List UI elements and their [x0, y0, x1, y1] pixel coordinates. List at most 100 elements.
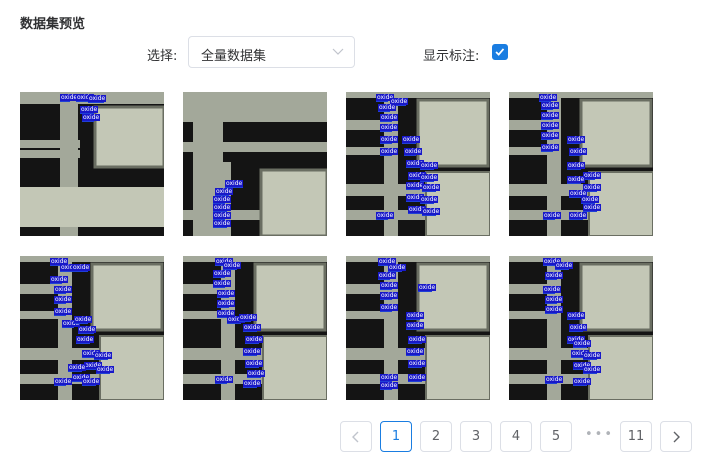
page-button-5[interactable]: 5 [540, 421, 572, 452]
annotation-label: oxide [420, 174, 439, 181]
dataset-thumbnail[interactable]: oxide oxide oxide oxide oxide oxide oxide oxide… [346, 256, 490, 400]
annotation-label: oxide [378, 104, 397, 111]
annotation-label: oxide [380, 114, 399, 121]
annotation-box: oxide [567, 162, 586, 170]
annotation-label: oxide [406, 348, 425, 355]
dataset-thumbnail[interactable]: oxide oxide oxide oxide oxide oxide oxide oxide… [509, 256, 653, 400]
annotation-label: oxide [213, 212, 232, 219]
annotation-label: oxide [380, 136, 399, 143]
page-title: 数据集预览 [20, 17, 86, 32]
annotation-box: oxide [404, 148, 423, 156]
page-button-last[interactable]: 11 [620, 421, 652, 452]
annotation-label: oxide [380, 304, 399, 311]
annotation-label: oxide [567, 136, 586, 143]
annotation-box: oxide [243, 324, 262, 332]
annotation-label: oxide [418, 284, 437, 291]
annotation-box: oxide [569, 212, 588, 220]
annotation-label: oxide [569, 324, 588, 331]
annotation-box: oxide [539, 94, 558, 102]
annotation-label: oxide [541, 102, 560, 109]
annotation-box: oxide [422, 184, 441, 192]
annotation-label: oxide [380, 292, 399, 299]
annotation-label: oxide [94, 352, 113, 359]
annotation-box: oxide [96, 366, 115, 374]
annotation-box: oxide [583, 352, 602, 360]
dataset-thumbnail[interactable]: oxide oxide oxide oxide oxide oxide oxide oxide… [20, 256, 164, 400]
dataset-thumbnail[interactable]: oxide oxide oxide oxide oxide oxide oxide oxide… [183, 256, 327, 400]
dataset-thumbnail[interactable]: oxide oxide oxide oxide oxide oxide [183, 92, 327, 236]
page-button-3[interactable]: 3 [460, 421, 492, 452]
dataset-select-label: 选择: [147, 49, 178, 64]
annotation-label: oxide [545, 272, 564, 279]
annotation-box: oxide [215, 376, 234, 384]
annotation-label: oxide [573, 340, 592, 347]
page-button-4[interactable]: 4 [500, 421, 532, 452]
annotation-box: oxide [376, 94, 395, 102]
annotation-label: oxide [583, 352, 602, 359]
annotation-label: oxide [420, 162, 439, 169]
annotation-box: oxide [406, 322, 425, 330]
annotation-box: oxide [402, 136, 421, 144]
dataset-thumbnail[interactable]: oxide oxide oxide oxide oxide [20, 92, 164, 236]
annotation-label: oxide [243, 348, 262, 355]
annotation-box: oxide [569, 148, 588, 156]
thumbnail-image [183, 92, 327, 236]
annotation-box: oxide [408, 374, 427, 382]
annotation-label: oxide [581, 196, 600, 203]
annotation-label: oxide [225, 180, 244, 187]
annotation-box: oxide [555, 262, 574, 270]
annotation-label: oxide [380, 148, 399, 155]
annotation-label: oxide [543, 212, 562, 219]
annotation-box: oxide [569, 324, 588, 332]
annotation-label: oxide [245, 336, 264, 343]
show-annotation-checkbox[interactable] [492, 44, 508, 60]
annotation-box: oxide [380, 292, 399, 300]
dataset-thumbnail[interactable]: oxide oxide oxide oxide oxide oxide oxide oxide… [346, 92, 490, 236]
annotation-label: oxide [573, 378, 592, 385]
next-page-button[interactable] [660, 421, 692, 452]
annotation-label: oxide [422, 184, 441, 191]
annotation-label: oxide [82, 114, 101, 121]
annotation-label: oxide [88, 95, 107, 102]
annotation-label: oxide [376, 212, 395, 219]
annotation-box: oxide [541, 132, 560, 140]
annotation-label: oxide [422, 208, 441, 215]
annotation-label: oxide [402, 136, 421, 143]
annotation-label: oxide [541, 132, 560, 139]
annotation-box: oxide [420, 162, 439, 170]
annotation-box: oxide [76, 94, 95, 102]
annotation-box: oxide [78, 326, 97, 334]
annotation-label: oxide [54, 378, 73, 385]
annotation-label: oxide [247, 370, 266, 377]
annotation-box: oxide [60, 94, 79, 102]
page-ellipsis[interactable]: ••• [585, 427, 614, 442]
page-button-2[interactable]: 2 [420, 421, 452, 452]
annotation-box: oxide [420, 196, 439, 204]
annotation-box: oxide [213, 196, 232, 204]
annotation-box: oxide [50, 276, 69, 284]
dataset-thumbnail[interactable]: oxide oxide oxide oxide oxide oxide oxide oxide… [509, 92, 653, 236]
annotation-box: oxide [376, 212, 395, 220]
annotation-box: oxide [54, 286, 73, 294]
annotation-box: oxide [408, 360, 427, 368]
annotation-label: oxide [541, 112, 560, 119]
prev-page-button[interactable] [340, 421, 372, 452]
annotation-box: oxide [380, 114, 399, 122]
annotation-label: oxide [583, 172, 602, 179]
annotation-label: oxide [217, 290, 236, 297]
dataset-select[interactable]: 全量数据集 [188, 36, 355, 68]
annotation-box: oxide [74, 316, 93, 324]
page-button-1[interactable]: 1 [380, 421, 412, 452]
annotation-label: oxide [404, 148, 423, 155]
annotation-label: oxide [555, 262, 574, 269]
annotation-box: oxide [213, 220, 232, 228]
annotation-label: oxide [569, 212, 588, 219]
annotation-label: oxide [215, 188, 234, 195]
annotation-box: oxide [581, 196, 600, 204]
annotation-box: oxide [239, 314, 258, 322]
annotation-label: oxide [380, 282, 399, 289]
annotation-box: oxide [243, 380, 262, 388]
annotation-label: oxide [380, 382, 399, 389]
annotation-label: oxide [213, 270, 232, 277]
annotation-box: oxide [543, 258, 562, 266]
